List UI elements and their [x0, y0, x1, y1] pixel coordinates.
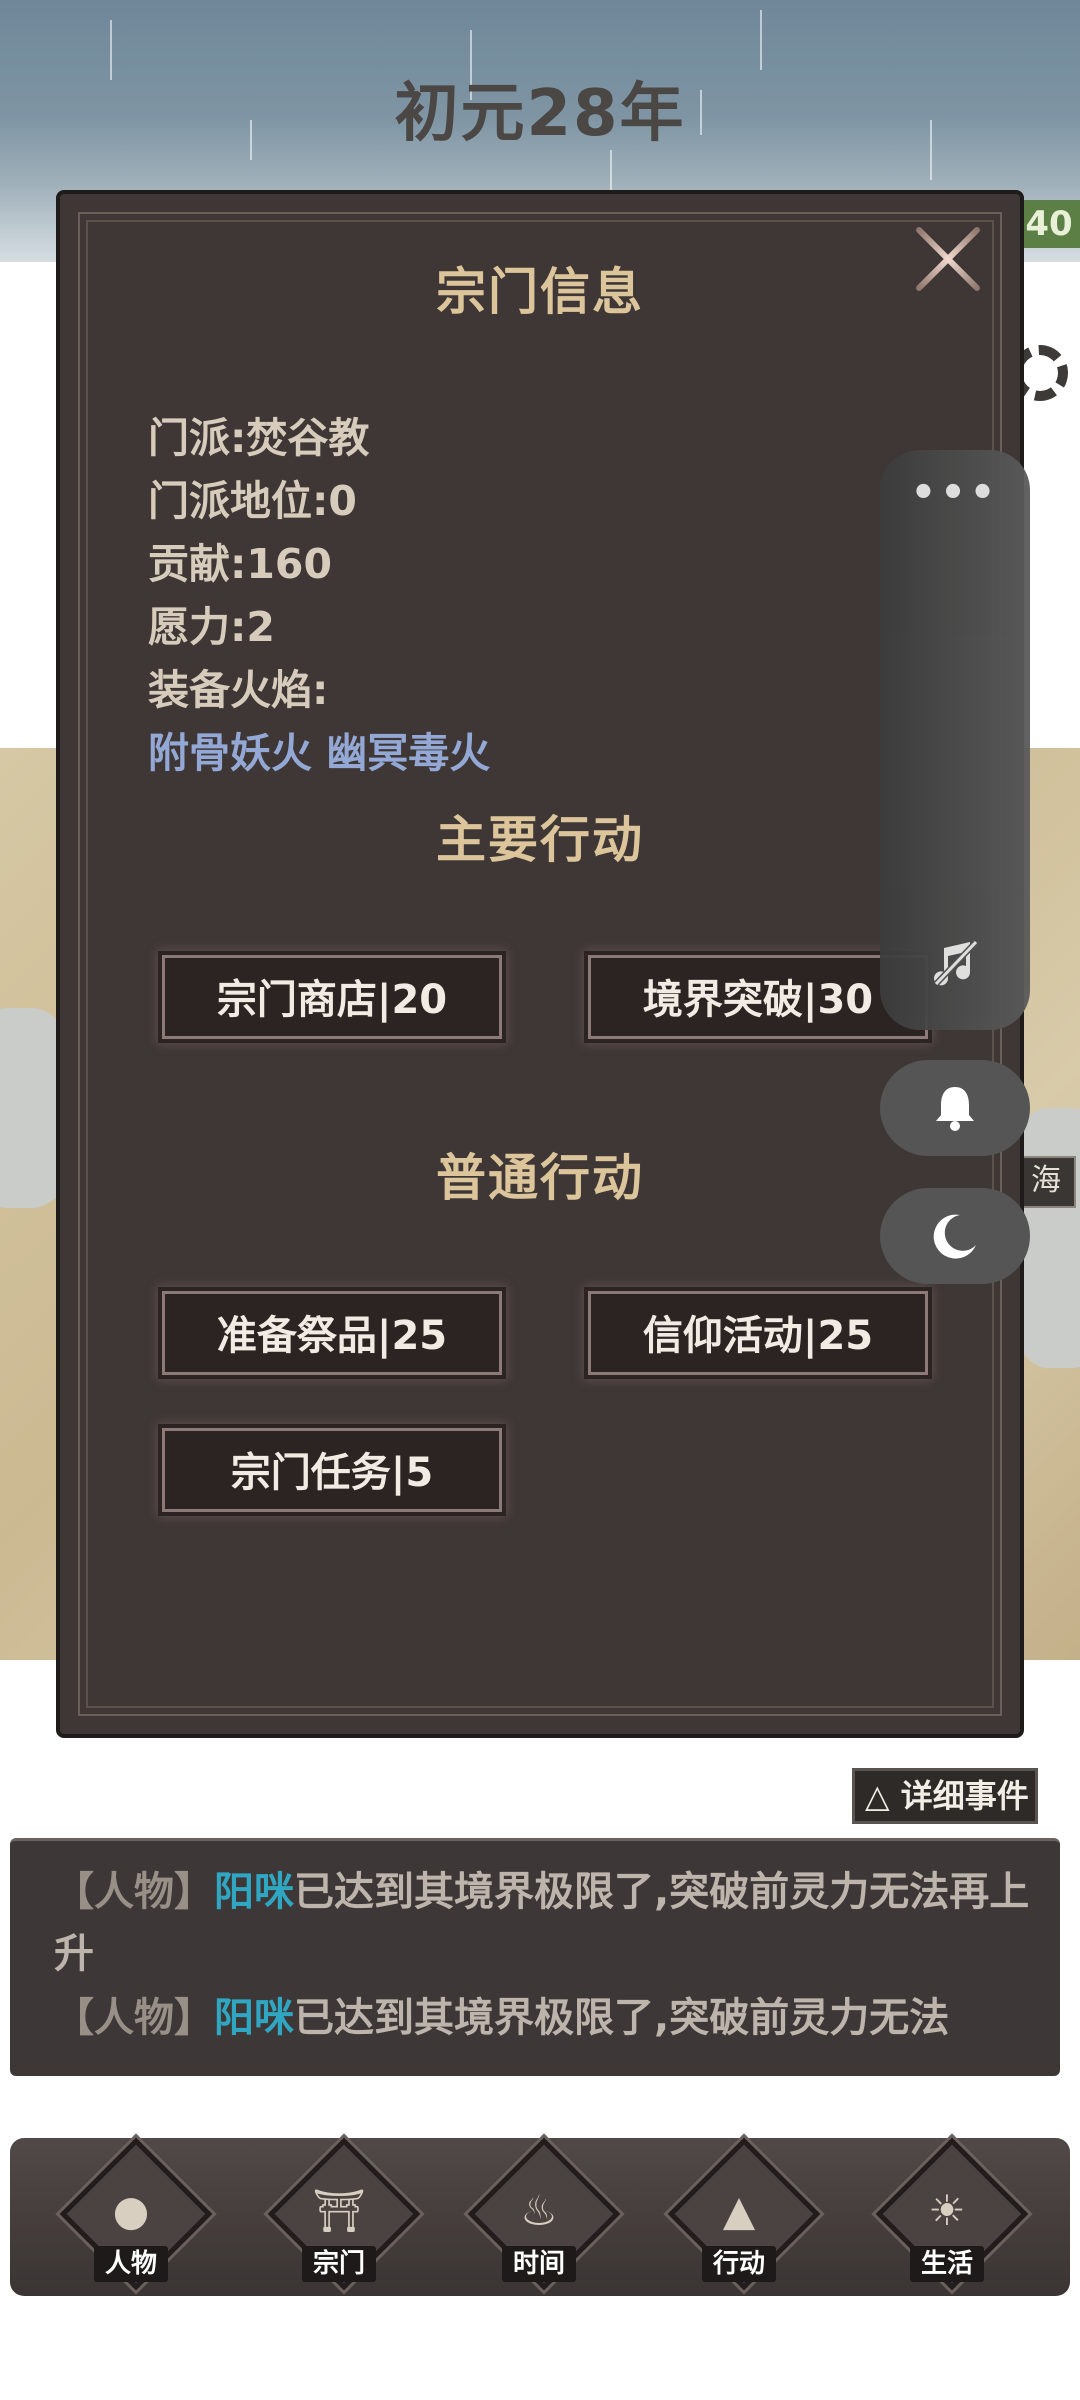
event-log: 【人物】阳咪已达到其境界极限了,突破前灵力无法再上升 【人物】阳咪已达到其境界极… [10, 1838, 1060, 2076]
year-title: 初元28年 [394, 77, 686, 151]
detail-events-button[interactable]: △ 详细事件 [852, 1768, 1038, 1824]
faith-activity-button[interactable]: 信仰活动|25 [588, 1291, 928, 1375]
breakthrough-button[interactable]: 境界突破|30 [588, 955, 928, 1039]
sect-mission-button[interactable]: 宗门任务|5 [162, 1428, 502, 1512]
contribution: 贡献:160 [148, 540, 332, 588]
main-actions-title: 主要行动 [436, 811, 644, 869]
equipped-flames-label: 装备火焰: [148, 666, 329, 714]
log-entry-name[interactable]: 阳咪 [214, 1869, 294, 1915]
nav-item-sect[interactable]: ⛩ 宗门 [264, 2137, 421, 2291]
log-entry-name[interactable]: 阳咪 [214, 1995, 294, 2041]
normal-actions-title: 普通行动 [436, 1149, 644, 1207]
sect-status: 门派地位:0 [148, 477, 357, 525]
bell-icon [936, 1087, 974, 1131]
log-entry: 【人物】阳咪已达到其境界极限了,突破前灵力无法 [54, 1987, 1034, 2049]
sect-name: 门派:焚谷教 [148, 414, 370, 462]
nav-item-character[interactable]: ● 人物 [56, 2137, 213, 2291]
incense-icon: ♨ [520, 2186, 558, 2235]
action-icon: ▲ [722, 2186, 756, 2235]
log-entry-tag: 【人物】 [54, 1995, 214, 2041]
sect-shop-button[interactable]: 宗门商店|20 [162, 955, 502, 1039]
modal-title: 宗门信息 [436, 263, 644, 321]
floating-menu: ••• [880, 450, 1030, 1030]
person-icon: ● [112, 2186, 150, 2235]
more-horizontal-icon[interactable]: ••• [880, 470, 1030, 516]
nav-item-label: 人物 [94, 2246, 168, 2282]
nav-item-time[interactable]: ♨ 时间 [464, 2137, 621, 2291]
nav-item-label: 宗门 [302, 2246, 376, 2282]
nav-item-life[interactable]: ☀ 生活 [872, 2137, 1029, 2291]
nav-item-label: 时间 [502, 2246, 576, 2282]
will-power: 愿力:2 [148, 603, 275, 651]
nav-item-label: 行动 [702, 2246, 776, 2282]
moon-icon [933, 1214, 976, 1259]
log-entry: 【人物】阳咪已达到其境界极限了,突破前灵力无法再上升 [54, 1861, 1034, 1985]
map-region-tag[interactable]: 海 [1016, 1156, 1076, 1208]
corner-counter: 40 [1018, 200, 1080, 248]
log-entry-tag: 【人物】 [54, 1869, 214, 1915]
field-icon: ☀ [928, 2186, 966, 2235]
music-off-icon[interactable] [930, 938, 980, 988]
prepare-offerings-button[interactable]: 准备祭品|25 [162, 1291, 502, 1375]
nav-item-label: 生活 [910, 2246, 984, 2282]
nav-item-action[interactable]: ▲ 行动 [664, 2137, 821, 2291]
theme-toggle[interactable] [880, 1188, 1030, 1284]
log-entry-text: 已达到其境界极限了,突破前灵力无法 [294, 1995, 950, 2041]
notification-toggle[interactable] [880, 1060, 1030, 1156]
gate-icon: ⛩ [312, 2186, 366, 2235]
equipped-flames[interactable]: 附骨妖火 幽冥毒火 [148, 719, 490, 779]
